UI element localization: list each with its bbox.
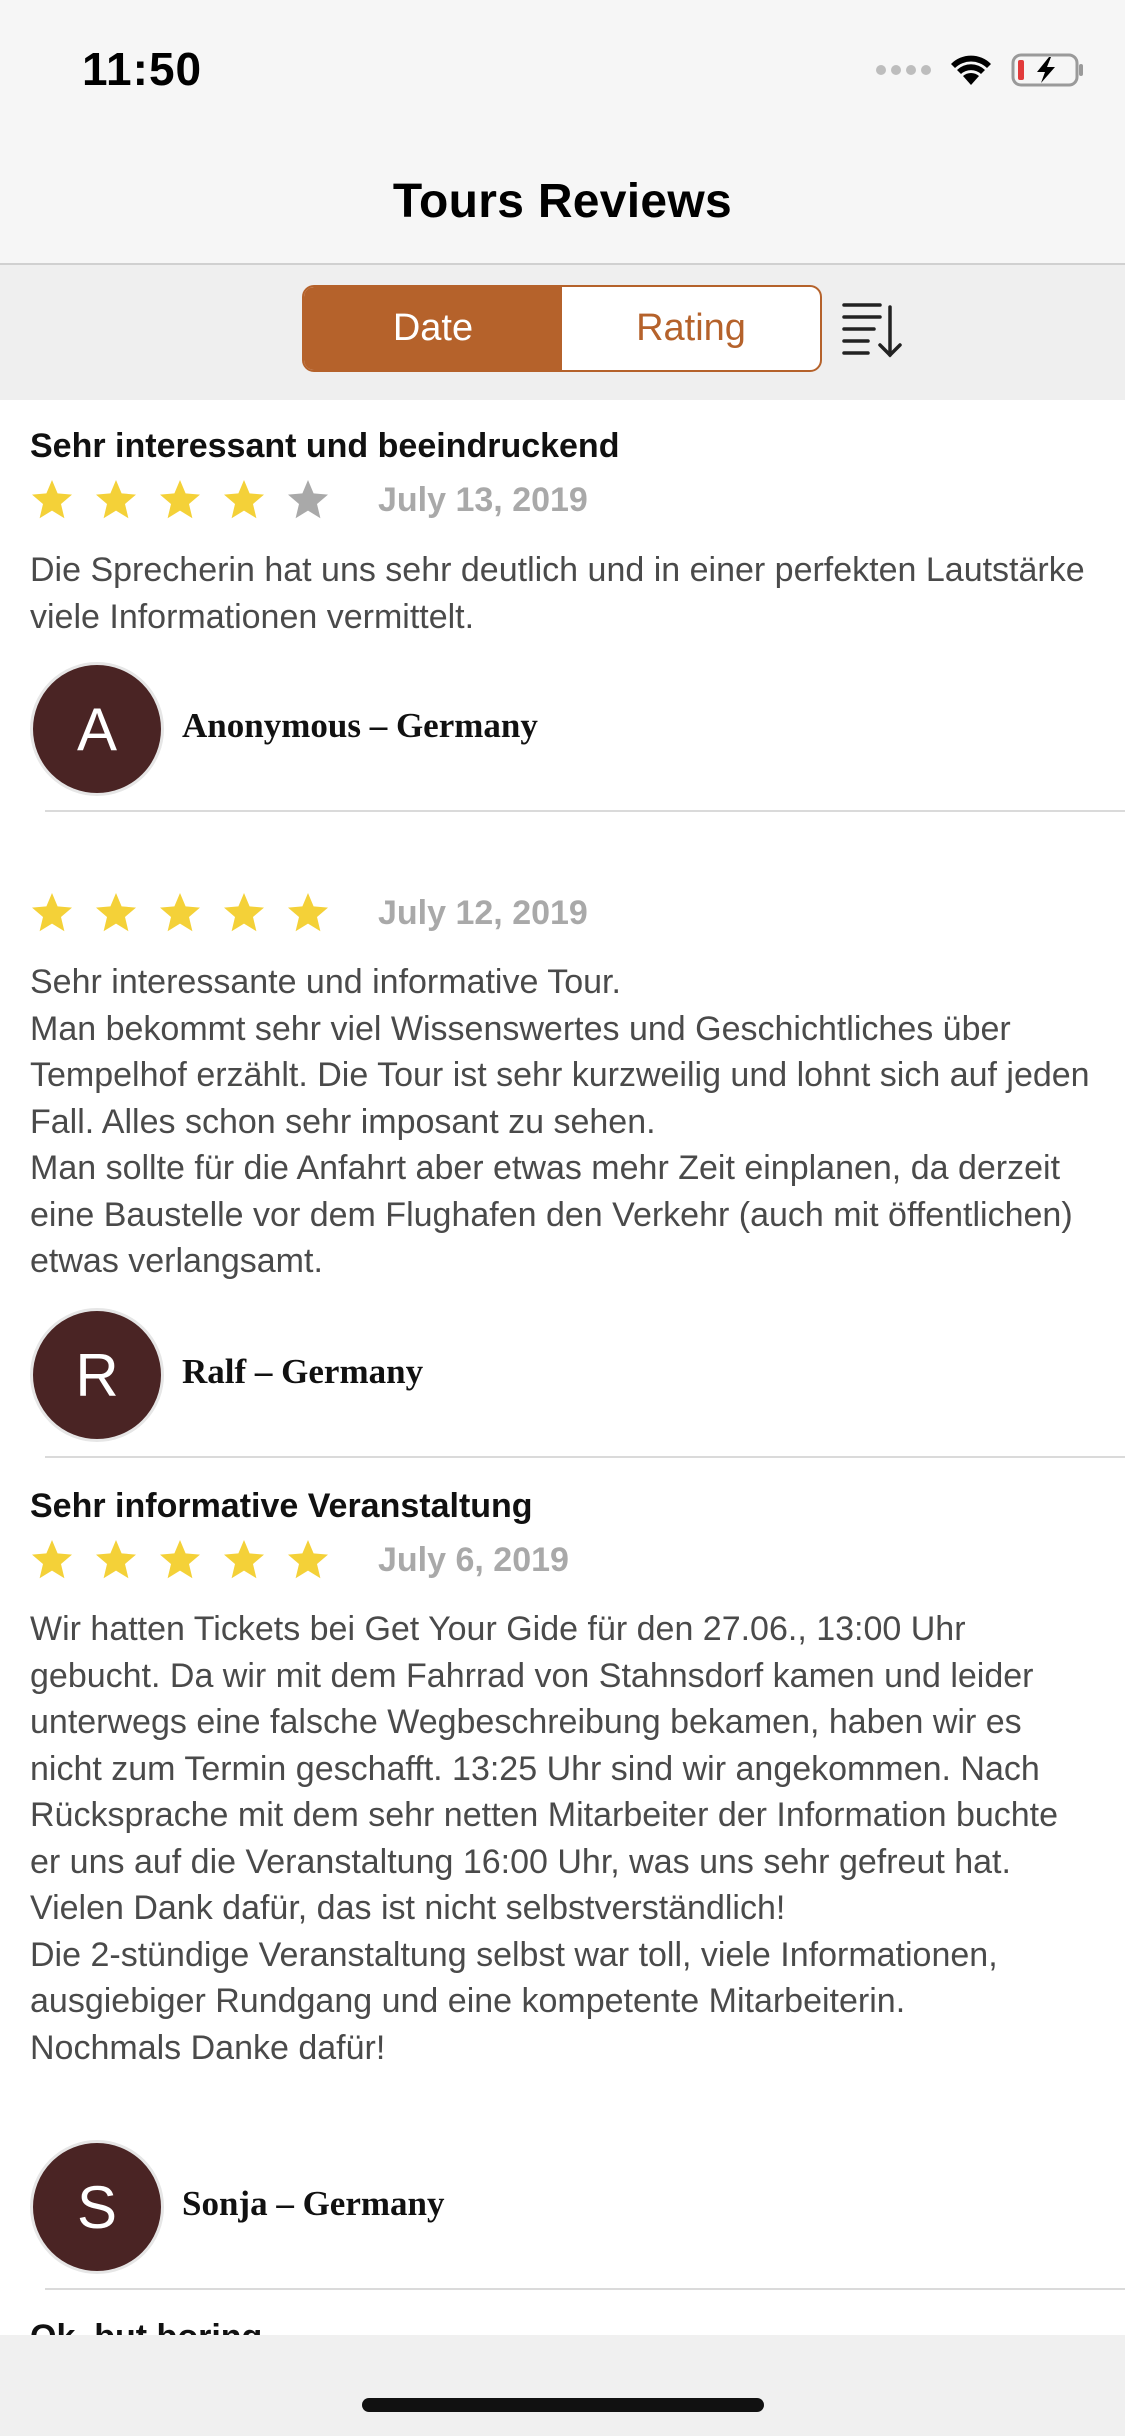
home-indicator[interactable] [362,2398,764,2412]
star-rating [30,891,330,935]
star-filled-icon [224,893,264,932]
wifi-icon [951,55,991,85]
navigation-bar: Tours Reviews [0,140,1125,265]
review-title: Ok, but boring [30,2318,262,2335]
battery-charging-icon [1011,53,1083,87]
star-rating [30,1538,330,1582]
star-filled-icon [32,480,72,519]
sort-order-icon[interactable] [840,295,906,361]
review-author: Sonja – Germany [182,2184,445,2223]
review-text: Die Sprecherin hat uns sehr deutlich und… [30,551,1085,636]
avatar: A [30,662,164,796]
star-filled-icon [224,480,264,519]
status-time: 11:50 [82,43,203,95]
star-filled-icon [160,480,200,519]
review-text: Sehr interessante und informative Tour. … [30,963,1090,1280]
star-filled-icon [160,893,200,932]
star-filled-icon [288,1540,328,1579]
review-text: Wir hatten Tickets bei Get Your Gide für… [30,1610,1059,2067]
sort-bar: Date Rating [0,265,1125,400]
star-filled-icon [32,1540,72,1579]
star-filled-icon [96,1540,136,1579]
segment-rating[interactable]: Rating [562,287,820,370]
review-list[interactable]: Sehr interessant und beeindruckend July … [0,400,1125,2335]
page-title: Tours Reviews [392,175,733,228]
sort-segmented-control: Date Rating [302,285,822,372]
review-author: Ralf – Germany [182,1352,424,1391]
star-filled-icon [32,893,72,932]
review-date: July 13, 2019 [378,481,588,519]
star-filled-icon [96,893,136,932]
divider [45,2288,1125,2290]
status-bar: 11:50 [0,0,1125,140]
cellular-signal-icon [876,65,931,75]
star-filled-icon [160,1540,200,1579]
segment-date[interactable]: Date [304,287,562,370]
review-title: Sehr informative Veranstaltung [30,1487,533,1525]
avatar: R [30,1308,164,1442]
home-indicator-area [0,2335,1125,2436]
divider [45,1456,1125,1458]
review-title: Sehr interessant und beeindruckend [30,427,620,465]
review-author: Anonymous – Germany [182,706,538,745]
star-empty-icon [288,480,328,519]
review-date: July 12, 2019 [378,894,588,932]
star-filled-icon [224,1540,264,1579]
star-rating [30,478,330,522]
divider [45,810,1125,812]
star-filled-icon [96,480,136,519]
review-date: July 6, 2019 [378,1541,569,1579]
status-icons [876,48,1085,92]
avatar: S [30,2140,164,2274]
star-filled-icon [288,893,328,932]
